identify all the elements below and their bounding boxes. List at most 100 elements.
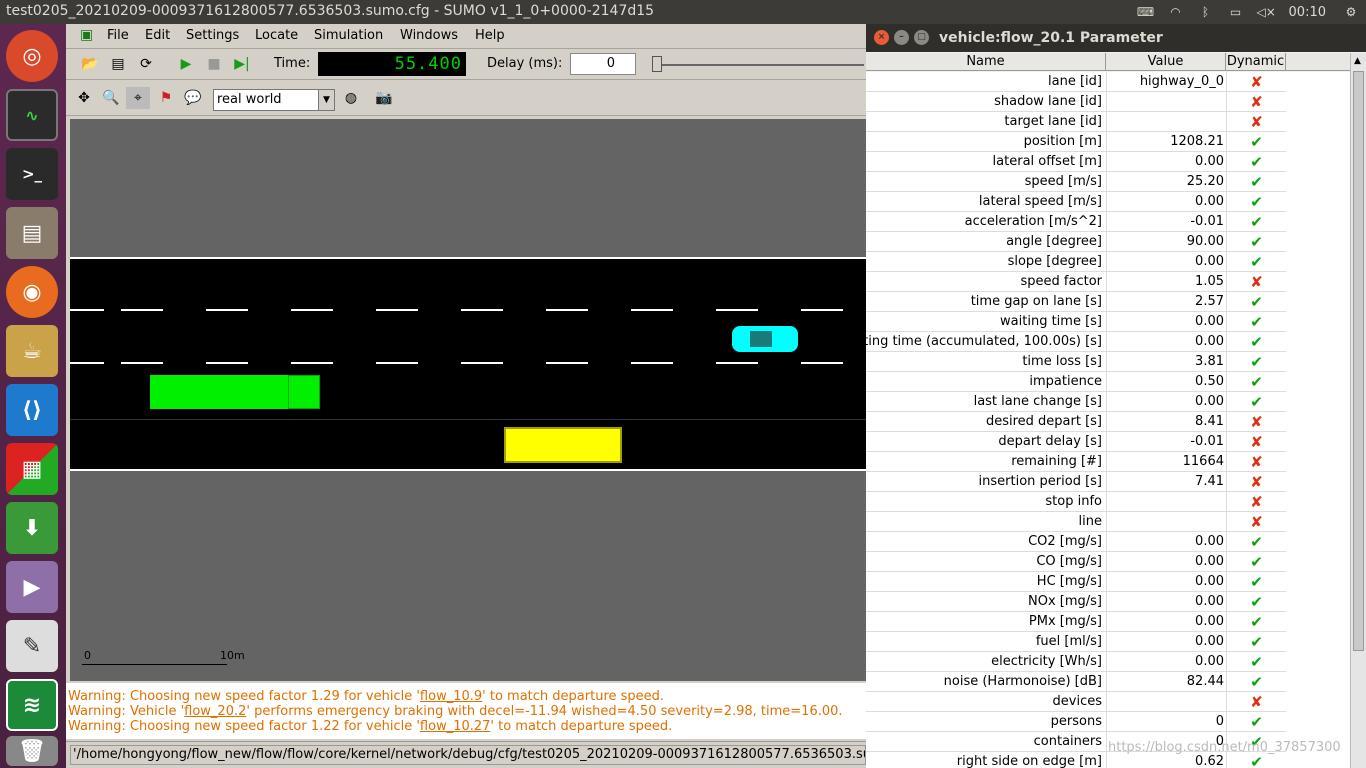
cross-icon[interactable]: ✘	[1226, 272, 1286, 292]
table-row[interactable]: CO [mg/s] 0.00 ✔	[866, 552, 1286, 572]
table-row[interactable]: waiting time (accumulated, 100.00s) [s] 0…	[866, 332, 1286, 352]
text-editor-icon[interactable]: ✎	[6, 620, 58, 672]
vehicle-car[interactable]	[732, 326, 798, 352]
table-row[interactable]: slope [degree] 0.00 ✔	[866, 252, 1286, 272]
table-row[interactable]: CO2 [mg/s] 0.00 ✔	[866, 532, 1286, 552]
check-icon[interactable]: ✔	[1226, 132, 1286, 152]
table-row[interactable]: waiting time [s] 0.00 ✔	[866, 312, 1286, 332]
chevron-down-icon[interactable]: ▼	[318, 90, 334, 110]
check-icon[interactable]: ✔	[1226, 552, 1286, 572]
volume-mute-icon[interactable]: ◁×	[1257, 5, 1276, 19]
cross-icon[interactable]: ✘	[1226, 92, 1286, 112]
table-row[interactable]: shadow lane [id] ✘	[866, 92, 1286, 112]
vehicle-link[interactable]: flow_10.9	[420, 689, 482, 704]
table-row[interactable]: speed factor 1.05 ✘	[866, 272, 1286, 292]
check-icon[interactable]: ✔	[1226, 212, 1286, 232]
simulation-canvas[interactable]: 0 10m	[70, 119, 866, 681]
maximize-icon[interactable]: □	[914, 30, 929, 45]
cross-icon[interactable]: ✘	[1226, 492, 1286, 512]
open-network-icon[interactable]: ▤	[106, 53, 130, 75]
cross-icon[interactable]: ✘	[1226, 112, 1286, 132]
firefox-icon[interactable]: ◉	[6, 266, 58, 318]
table-row[interactable]: depart delay [s] -0.01 ✘	[866, 432, 1286, 452]
vertical-scrollbar[interactable]: ▲	[1350, 53, 1366, 768]
table-row[interactable]: impatience 0.50 ✔	[866, 372, 1286, 392]
menu-help[interactable]: Help	[475, 28, 505, 43]
gear-icon[interactable]: ⚙	[1342, 5, 1360, 19]
header-name[interactable]: Name	[866, 53, 1106, 71]
check-icon[interactable]: ✔	[1226, 172, 1286, 192]
open-icon[interactable]: 📂	[78, 53, 102, 75]
table-row[interactable]: lateral speed [m/s] 0.00 ✔	[866, 192, 1286, 212]
check-icon[interactable]: ✔	[1226, 532, 1286, 552]
table-row[interactable]: desired depart [s] 8.41 ✘	[866, 412, 1286, 432]
camera-icon[interactable]: 📷	[372, 87, 396, 109]
check-icon[interactable]: ✔	[1226, 192, 1286, 212]
check-icon[interactable]: ✔	[1226, 372, 1286, 392]
cross-icon[interactable]: ✘	[1226, 512, 1286, 532]
trash-icon[interactable]: 🗑	[6, 736, 58, 766]
clock[interactable]: 00:10	[1289, 5, 1326, 20]
reload-icon[interactable]: ⟳	[134, 53, 158, 75]
vehicle-link[interactable]: flow_10.27	[420, 719, 491, 734]
stop-button[interactable]: ■	[202, 53, 226, 75]
table-row[interactable]: angle [degree] 90.00 ✔	[866, 232, 1286, 252]
table-row[interactable]: electricity [Wh/s] 0.00 ✔	[866, 652, 1286, 672]
step-button[interactable]: ▶|	[230, 53, 254, 75]
lamp-app-icon[interactable]: ☕	[6, 325, 58, 377]
check-icon[interactable]: ✔	[1226, 572, 1286, 592]
system-monitor-icon[interactable]: ∿	[6, 89, 58, 141]
view-scheme-select[interactable]: real world ▼	[213, 89, 335, 111]
cross-icon[interactable]: ✘	[1226, 72, 1286, 92]
video-icon[interactable]: ▶	[6, 561, 58, 613]
bluetooth-icon[interactable]: ᛒ	[1197, 5, 1215, 19]
check-icon[interactable]: ✔	[1226, 392, 1286, 412]
header-value[interactable]: Value	[1106, 53, 1226, 71]
tooltip-icon[interactable]: 💬	[181, 87, 205, 109]
table-row[interactable]: HC [mg/s] 0.00 ✔	[866, 572, 1286, 592]
cross-icon[interactable]: ✘	[1226, 412, 1286, 432]
check-icon[interactable]: ✔	[1226, 312, 1286, 332]
run-button[interactable]: ▶	[174, 53, 198, 75]
table-row[interactable]: PMx [mg/s] 0.00 ✔	[866, 612, 1286, 632]
menu-edit[interactable]: Edit	[145, 28, 170, 43]
vehicle-link[interactable]: flow_20.2	[184, 704, 246, 719]
table-row[interactable]: target lane [id] ✘	[866, 112, 1286, 132]
check-icon[interactable]: ✔	[1226, 352, 1286, 372]
vehicle-truck[interactable]	[150, 375, 290, 409]
table-row[interactable]: insertion period [s] 7.41 ✘	[866, 472, 1286, 492]
table-row[interactable]: NOx [mg/s] 0.00 ✔	[866, 592, 1286, 612]
ubuntu-logo-icon[interactable]: ◎	[6, 30, 58, 82]
vehicle-bus[interactable]	[504, 427, 622, 463]
check-icon[interactable]: ✔	[1226, 332, 1286, 352]
check-icon[interactable]: ✔	[1226, 632, 1286, 652]
scrollbar-thumb[interactable]	[1353, 71, 1364, 651]
table-row[interactable]: speed [m/s] 25.20 ✔	[866, 172, 1286, 192]
close-icon[interactable]: ×	[874, 30, 889, 45]
cross-icon[interactable]: ✘	[1226, 452, 1286, 472]
check-icon[interactable]: ✔	[1226, 592, 1286, 612]
minimize-icon[interactable]: –	[894, 30, 909, 45]
traffic-light-icon[interactable]: ⚑	[154, 87, 178, 109]
table-row[interactable]: position [m] 1208.21 ✔	[866, 132, 1286, 152]
sumo-app-icon[interactable]: ≋	[6, 679, 58, 731]
table-row[interactable]: line ✘	[866, 512, 1286, 532]
terminal-icon[interactable]: >_	[6, 148, 58, 200]
check-icon[interactable]: ✔	[1226, 252, 1286, 272]
table-row[interactable]: stop info ✘	[866, 492, 1286, 512]
check-icon[interactable]: ✔	[1226, 712, 1286, 732]
table-row[interactable]: lane [id] highway_0_0 ✘	[866, 72, 1286, 92]
vscode-icon[interactable]: ⟨⟩	[6, 384, 58, 436]
locate-icon[interactable]: ⌖	[126, 87, 150, 109]
zoom-icon[interactable]: 🔍	[99, 87, 123, 109]
download-icon[interactable]: ⬇	[6, 502, 58, 554]
table-row[interactable]: fuel [ml/s] 0.00 ✔	[866, 632, 1286, 652]
vehicle-truck-cab[interactable]	[288, 375, 320, 409]
cross-icon[interactable]: ✘	[1226, 692, 1286, 712]
check-icon[interactable]: ✔	[1226, 232, 1286, 252]
menu-locate[interactable]: Locate	[255, 28, 298, 43]
battery-icon[interactable]: ▭	[1227, 5, 1245, 19]
color-wheel-icon[interactable]: ◍	[339, 87, 363, 109]
scroll-up-icon[interactable]: ▲	[1354, 56, 1361, 66]
table-row[interactable]: acceleration [m/s^2] -0.01 ✔	[866, 212, 1286, 232]
